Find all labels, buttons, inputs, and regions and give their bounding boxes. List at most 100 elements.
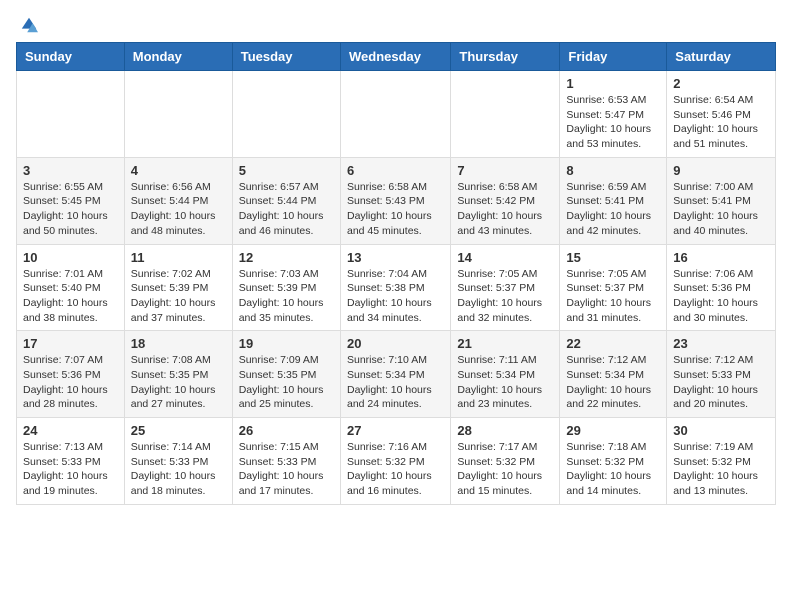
calendar-cell: 11 Sunrise: 7:02 AM Sunset: 5:39 PM Dayli… xyxy=(124,244,232,331)
calendar-cell: 21Sunrise: 7:11 AM Sunset: 5:34 PM Dayli… xyxy=(451,331,560,418)
logo-icon xyxy=(20,16,38,34)
calendar-cell: 14Sunrise: 7:05 AM Sunset: 5:37 PM Dayli… xyxy=(451,244,560,331)
day-number: 15 xyxy=(566,250,660,265)
calendar-week-row: 1 Sunrise: 6:53 AM Sunset: 5:47 PM Daylig… xyxy=(17,71,776,158)
day-number: 26 xyxy=(239,423,334,438)
calendar-cell xyxy=(17,71,125,158)
calendar-cell: 6 Sunrise: 6:58 AM Sunset: 5:43 PM Daylig… xyxy=(340,157,450,244)
calendar-cell: 30Sunrise: 7:19 AM Sunset: 5:32 PM Dayli… xyxy=(667,418,776,505)
day-number: 8 xyxy=(566,163,660,178)
calendar-cell xyxy=(340,71,450,158)
day-number: 20 xyxy=(347,336,444,351)
weekday-header: Tuesday xyxy=(232,43,340,71)
calendar-cell: 16 Sunrise: 7:06 AM Sunset: 5:36 PM Dayli… xyxy=(667,244,776,331)
logo xyxy=(16,16,38,30)
day-number: 29 xyxy=(566,423,660,438)
day-info: Sunrise: 7:01 AM Sunset: 5:40 PM Dayligh… xyxy=(23,267,118,326)
day-info: Sunrise: 7:15 AM Sunset: 5:33 PM Dayligh… xyxy=(239,440,334,499)
day-info: Sunrise: 6:56 AM Sunset: 5:44 PM Dayligh… xyxy=(131,180,226,239)
day-number: 2 xyxy=(673,76,769,91)
calendar-cell: 13 Sunrise: 7:04 AM Sunset: 5:38 PM Dayli… xyxy=(340,244,450,331)
day-info: Sunrise: 7:06 AM Sunset: 5:36 PM Dayligh… xyxy=(673,267,769,326)
day-info: Sunrise: 7:18 AM Sunset: 5:32 PM Dayligh… xyxy=(566,440,660,499)
weekday-header: Monday xyxy=(124,43,232,71)
calendar-header-row: SundayMondayTuesdayWednesdayThursdayFrid… xyxy=(17,43,776,71)
day-info: Sunrise: 7:03 AM Sunset: 5:39 PM Dayligh… xyxy=(239,267,334,326)
day-info: Sunrise: 7:05 AM Sunset: 5:37 PM Dayligh… xyxy=(566,267,660,326)
day-number: 13 xyxy=(347,250,444,265)
calendar-cell: 24 Sunrise: 7:13 AM Sunset: 5:33 PM Dayli… xyxy=(17,418,125,505)
day-number: 24 xyxy=(23,423,118,438)
calendar-cell: 20 Sunrise: 7:10 AM Sunset: 5:34 PM Dayli… xyxy=(340,331,450,418)
day-info: Sunrise: 7:02 AM Sunset: 5:39 PM Dayligh… xyxy=(131,267,226,326)
day-info: Sunrise: 6:59 AM Sunset: 5:41 PM Dayligh… xyxy=(566,180,660,239)
calendar-cell: 15 Sunrise: 7:05 AM Sunset: 5:37 PM Dayli… xyxy=(560,244,667,331)
weekday-header: Saturday xyxy=(667,43,776,71)
day-number: 10 xyxy=(23,250,118,265)
calendar-cell: 12 Sunrise: 7:03 AM Sunset: 5:39 PM Dayli… xyxy=(232,244,340,331)
calendar-week-row: 3 Sunrise: 6:55 AM Sunset: 5:45 PM Daylig… xyxy=(17,157,776,244)
calendar-week-row: 10 Sunrise: 7:01 AM Sunset: 5:40 PM Dayli… xyxy=(17,244,776,331)
day-number: 25 xyxy=(131,423,226,438)
calendar-cell xyxy=(232,71,340,158)
calendar-cell xyxy=(451,71,560,158)
calendar-cell: 4 Sunrise: 6:56 AM Sunset: 5:44 PM Daylig… xyxy=(124,157,232,244)
day-number: 5 xyxy=(239,163,334,178)
calendar-week-row: 17 Sunrise: 7:07 AM Sunset: 5:36 PM Dayli… xyxy=(17,331,776,418)
day-info: Sunrise: 7:12 AM Sunset: 5:34 PM Dayligh… xyxy=(566,353,660,412)
calendar-cell: 25Sunrise: 7:14 AM Sunset: 5:33 PM Dayli… xyxy=(124,418,232,505)
day-info: Sunrise: 6:58 AM Sunset: 5:42 PM Dayligh… xyxy=(457,180,553,239)
day-number: 19 xyxy=(239,336,334,351)
calendar-table: SundayMondayTuesdayWednesdayThursdayFrid… xyxy=(16,42,776,505)
day-info: Sunrise: 7:13 AM Sunset: 5:33 PM Dayligh… xyxy=(23,440,118,499)
day-number: 11 xyxy=(131,250,226,265)
day-info: Sunrise: 7:09 AM Sunset: 5:35 PM Dayligh… xyxy=(239,353,334,412)
day-info: Sunrise: 7:04 AM Sunset: 5:38 PM Dayligh… xyxy=(347,267,444,326)
calendar-cell: 17 Sunrise: 7:07 AM Sunset: 5:36 PM Dayli… xyxy=(17,331,125,418)
calendar-cell: 28Sunrise: 7:17 AM Sunset: 5:32 PM Dayli… xyxy=(451,418,560,505)
day-number: 7 xyxy=(457,163,553,178)
calendar-week-row: 24 Sunrise: 7:13 AM Sunset: 5:33 PM Dayli… xyxy=(17,418,776,505)
day-info: Sunrise: 6:53 AM Sunset: 5:47 PM Dayligh… xyxy=(566,93,660,152)
day-info: Sunrise: 7:19 AM Sunset: 5:32 PM Dayligh… xyxy=(673,440,769,499)
calendar-cell: 22 Sunrise: 7:12 AM Sunset: 5:34 PM Dayli… xyxy=(560,331,667,418)
calendar-cell: 2 Sunrise: 6:54 AM Sunset: 5:46 PM Daylig… xyxy=(667,71,776,158)
calendar-cell: 1 Sunrise: 6:53 AM Sunset: 5:47 PM Daylig… xyxy=(560,71,667,158)
day-info: Sunrise: 7:12 AM Sunset: 5:33 PM Dayligh… xyxy=(673,353,769,412)
day-info: Sunrise: 7:10 AM Sunset: 5:34 PM Dayligh… xyxy=(347,353,444,412)
day-number: 12 xyxy=(239,250,334,265)
weekday-header: Sunday xyxy=(17,43,125,71)
day-info: Sunrise: 7:16 AM Sunset: 5:32 PM Dayligh… xyxy=(347,440,444,499)
day-info: Sunrise: 7:07 AM Sunset: 5:36 PM Dayligh… xyxy=(23,353,118,412)
day-number: 27 xyxy=(347,423,444,438)
day-info: Sunrise: 6:57 AM Sunset: 5:44 PM Dayligh… xyxy=(239,180,334,239)
day-info: Sunrise: 7:05 AM Sunset: 5:37 PM Dayligh… xyxy=(457,267,553,326)
day-number: 3 xyxy=(23,163,118,178)
calendar-cell: 9Sunrise: 7:00 AM Sunset: 5:41 PM Daylig… xyxy=(667,157,776,244)
day-info: Sunrise: 6:55 AM Sunset: 5:45 PM Dayligh… xyxy=(23,180,118,239)
day-number: 22 xyxy=(566,336,660,351)
day-number: 18 xyxy=(131,336,226,351)
weekday-header: Thursday xyxy=(451,43,560,71)
day-number: 17 xyxy=(23,336,118,351)
day-info: Sunrise: 7:11 AM Sunset: 5:34 PM Dayligh… xyxy=(457,353,553,412)
day-number: 6 xyxy=(347,163,444,178)
day-info: Sunrise: 6:54 AM Sunset: 5:46 PM Dayligh… xyxy=(673,93,769,152)
day-number: 4 xyxy=(131,163,226,178)
calendar-cell: 23 Sunrise: 7:12 AM Sunset: 5:33 PM Dayli… xyxy=(667,331,776,418)
calendar-cell: 26 Sunrise: 7:15 AM Sunset: 5:33 PM Dayli… xyxy=(232,418,340,505)
calendar-cell: 5 Sunrise: 6:57 AM Sunset: 5:44 PM Daylig… xyxy=(232,157,340,244)
day-number: 23 xyxy=(673,336,769,351)
calendar-cell: 7 Sunrise: 6:58 AM Sunset: 5:42 PM Daylig… xyxy=(451,157,560,244)
day-number: 9 xyxy=(673,163,769,178)
weekday-header: Friday xyxy=(560,43,667,71)
weekday-header: Wednesday xyxy=(340,43,450,71)
calendar-cell: 3 Sunrise: 6:55 AM Sunset: 5:45 PM Daylig… xyxy=(17,157,125,244)
calendar-cell: 29 Sunrise: 7:18 AM Sunset: 5:32 PM Dayli… xyxy=(560,418,667,505)
calendar-cell: 18 Sunrise: 7:08 AM Sunset: 5:35 PM Dayli… xyxy=(124,331,232,418)
day-info: Sunrise: 6:58 AM Sunset: 5:43 PM Dayligh… xyxy=(347,180,444,239)
day-info: Sunrise: 7:08 AM Sunset: 5:35 PM Dayligh… xyxy=(131,353,226,412)
day-number: 1 xyxy=(566,76,660,91)
day-number: 16 xyxy=(673,250,769,265)
calendar-cell: 10 Sunrise: 7:01 AM Sunset: 5:40 PM Dayli… xyxy=(17,244,125,331)
